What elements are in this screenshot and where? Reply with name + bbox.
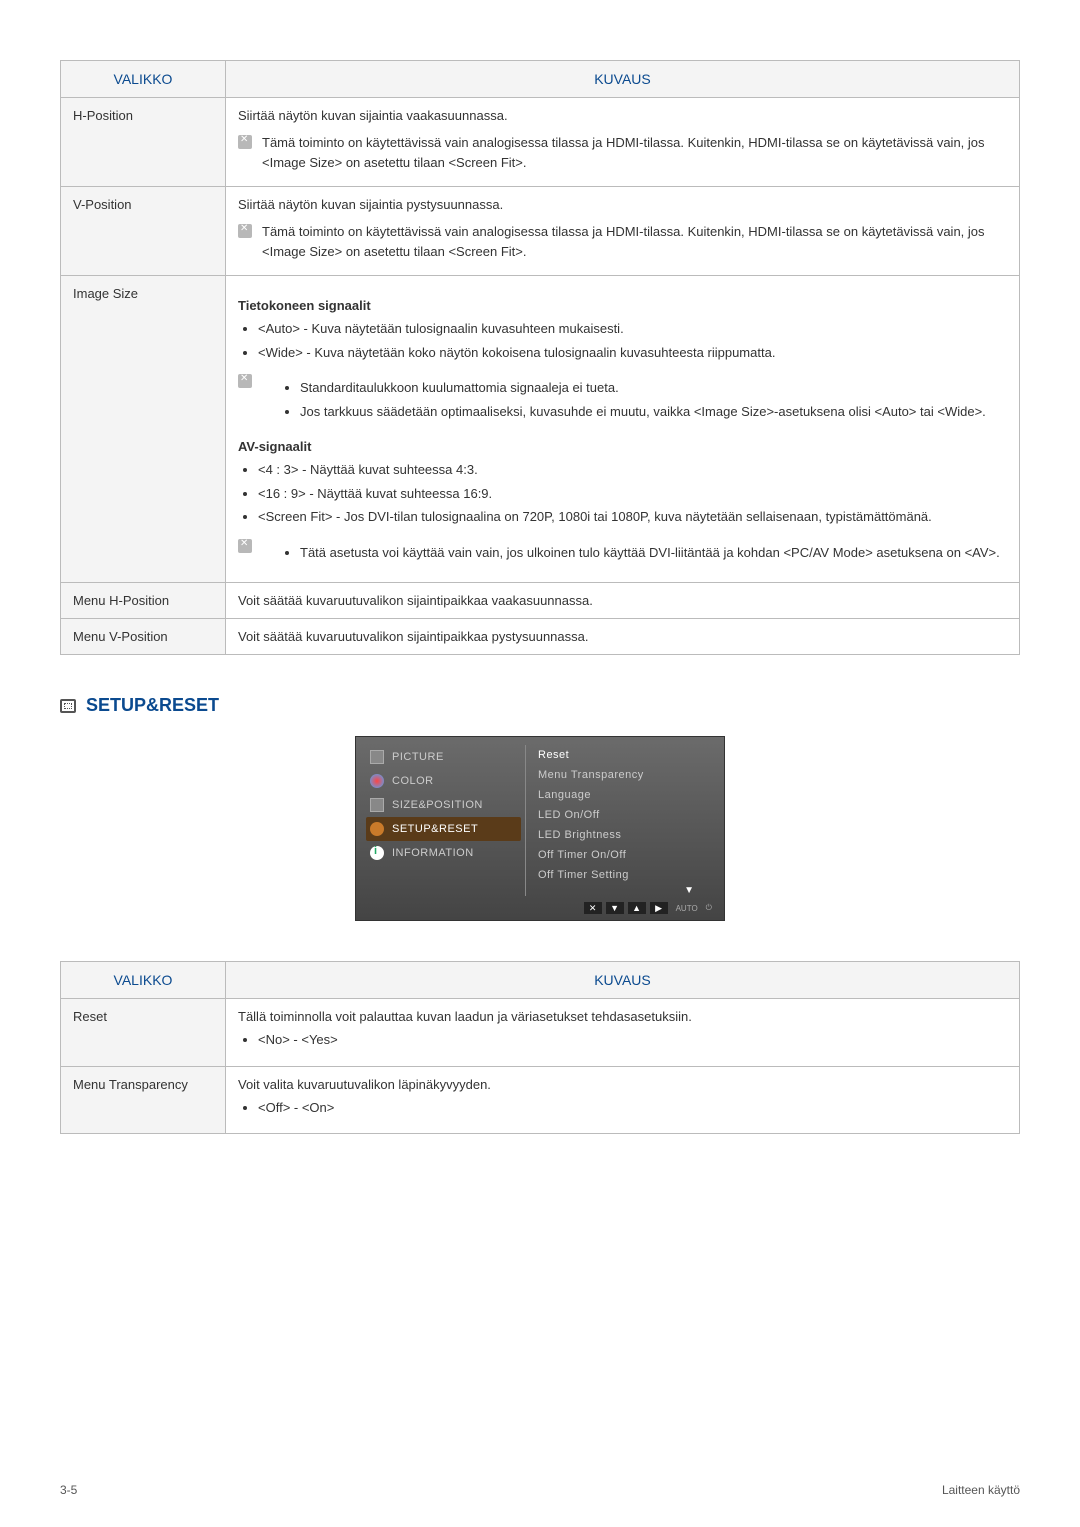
menu-cell: Menu V-Position	[61, 619, 226, 655]
note-icon	[238, 135, 252, 149]
size-icon	[370, 798, 384, 812]
desc-cell: Tietokoneen signaalit <Auto> - Kuva näyt…	[226, 276, 1020, 583]
table2-header-menu: VALIKKO	[61, 962, 226, 999]
osd-footer: ✕ ▼ ▲ ▶ AUTO ⏻	[366, 896, 714, 920]
list-item: <No> - <Yes>	[258, 1030, 1007, 1050]
section-icon	[60, 699, 76, 713]
table1-header-menu: VALIKKO	[61, 61, 226, 98]
list-item: <Screen Fit> - Jos DVI-tilan tulosignaal…	[258, 507, 1007, 527]
table-row: Menu H-Position Voit säätää kuvaruutuval…	[61, 583, 1020, 619]
chevron-down-icon: ▼	[538, 885, 714, 896]
osd-label: INFORMATION	[392, 847, 474, 859]
list-item: <Off> - <On>	[258, 1098, 1007, 1118]
note-icon	[238, 374, 252, 388]
osd-right-item: Menu Transparency	[538, 765, 714, 785]
table1-header-desc: KUVAUS	[226, 61, 1020, 98]
info-icon	[370, 846, 384, 860]
desc-cell: Voit valita kuvaruutuvalikon läpinäkyvyy…	[226, 1066, 1020, 1134]
osd-item-sizeposition: SIZE&POSITION	[366, 793, 521, 817]
osd-label: SIZE&POSITION	[392, 799, 483, 811]
menu-cell: Menu Transparency	[61, 1066, 226, 1134]
osd-right-item: Language	[538, 785, 714, 805]
footer-section: Laitteen käyttö	[942, 1483, 1020, 1497]
osd-screenshot: PICTURE COLOR SIZE&POSITION SETUP&RESET …	[60, 736, 1020, 921]
list-item: <4 : 3> - Näyttää kuvat suhteessa 4:3.	[258, 460, 1007, 480]
table-row: V-Position Siirtää näytön kuvan sijainti…	[61, 187, 1020, 276]
list-item: Tätä asetusta voi käyttää vain vain, jos…	[300, 543, 1000, 563]
table-setup-reset: VALIKKO KUVAUS Reset Tällä toiminnolla v…	[60, 961, 1020, 1134]
list-item: Standarditaulukkoon kuulumattomia signaa…	[300, 378, 986, 398]
table-row: Menu V-Position Voit säätää kuvaruutuval…	[61, 619, 1020, 655]
table-row: Reset Tällä toiminnolla voit palauttaa k…	[61, 999, 1020, 1067]
note-text: Tämä toiminto on käytettävissä vain anal…	[262, 222, 1007, 261]
osd-item-information: INFORMATION	[366, 841, 521, 865]
up-icon: ▲	[628, 902, 646, 914]
power-icon: ⏻	[706, 903, 712, 913]
osd-right-item: Off Timer Setting	[538, 865, 714, 885]
list-item: Jos tarkkuus säädetään optimaaliseksi, k…	[300, 402, 986, 422]
desc-text: Voit valita kuvaruutuvalikon läpinäkyvyy…	[238, 1077, 1007, 1092]
osd-label: PICTURE	[392, 751, 444, 763]
note-text: Tämä toiminto on käytettävissä vain anal…	[262, 133, 1007, 172]
menu-cell: Reset	[61, 999, 226, 1067]
desc-cell: Siirtää näytön kuvan sijaintia pystysuun…	[226, 187, 1020, 276]
osd-item-picture: PICTURE	[366, 745, 521, 769]
desc-text: Siirtää näytön kuvan sijaintia vaakasuun…	[238, 108, 1007, 123]
osd-right-item: LED Brightness	[538, 825, 714, 845]
table2-header-desc: KUVAUS	[226, 962, 1020, 999]
play-icon: ▶	[650, 902, 668, 914]
osd-right-menu: Reset Menu Transparency Language LED On/…	[526, 745, 714, 896]
down-icon: ▼	[606, 902, 624, 914]
list-item: <16 : 9> - Näyttää kuvat suhteessa 16:9.	[258, 484, 1007, 504]
section-heading: SETUP&RESET	[60, 695, 1020, 716]
menu-cell: V-Position	[61, 187, 226, 276]
table-row: H-Position Siirtää näytön kuvan sijainti…	[61, 98, 1020, 187]
desc-cell: Voit säätää kuvaruutuvalikon sijaintipai…	[226, 583, 1020, 619]
section-title: SETUP&RESET	[86, 695, 219, 716]
osd-right-item: Reset	[538, 745, 714, 765]
osd-item-color: COLOR	[366, 769, 521, 793]
close-icon: ✕	[584, 902, 602, 914]
list-item: <Auto> - Kuva näytetään tulosignaalin ku…	[258, 319, 1007, 339]
osd-right-item: Off Timer On/Off	[538, 845, 714, 865]
list-item: <Wide> - Kuva näytetään koko näytön koko…	[258, 343, 1007, 363]
table-row: Image Size Tietokoneen signaalit <Auto> …	[61, 276, 1020, 583]
table-size-position: VALIKKO KUVAUS H-Position Siirtää näytön…	[60, 60, 1020, 655]
desc-cell: Voit säätää kuvaruutuvalikon sijaintipai…	[226, 619, 1020, 655]
desc-cell: Siirtää näytön kuvan sijaintia vaakasuun…	[226, 98, 1020, 187]
menu-cell: Image Size	[61, 276, 226, 583]
auto-label: AUTO	[676, 904, 698, 913]
osd-item-setupreset: SETUP&RESET	[366, 817, 521, 841]
note-icon	[238, 539, 252, 553]
page-footer: 3-5 Laitteen käyttö	[60, 1483, 1020, 1497]
note-icon	[238, 224, 252, 238]
subheading: Tietokoneen signaalit	[238, 298, 1007, 313]
picture-icon	[370, 750, 384, 764]
table-row: Menu Transparency Voit valita kuvaruutuv…	[61, 1066, 1020, 1134]
osd-label: SETUP&RESET	[392, 823, 478, 835]
desc-cell: Tällä toiminnolla voit palauttaa kuvan l…	[226, 999, 1020, 1067]
menu-cell: Menu H-Position	[61, 583, 226, 619]
desc-text: Tällä toiminnolla voit palauttaa kuvan l…	[238, 1009, 1007, 1024]
osd-left-menu: PICTURE COLOR SIZE&POSITION SETUP&RESET …	[366, 745, 526, 896]
page-number: 3-5	[60, 1483, 77, 1497]
menu-cell: H-Position	[61, 98, 226, 187]
osd-label: COLOR	[392, 775, 434, 787]
subheading: AV-signaalit	[238, 439, 1007, 454]
color-icon	[370, 774, 384, 788]
osd-right-item: LED On/Off	[538, 805, 714, 825]
desc-text: Siirtää näytön kuvan sijaintia pystysuun…	[238, 197, 1007, 212]
gear-icon	[370, 822, 384, 836]
